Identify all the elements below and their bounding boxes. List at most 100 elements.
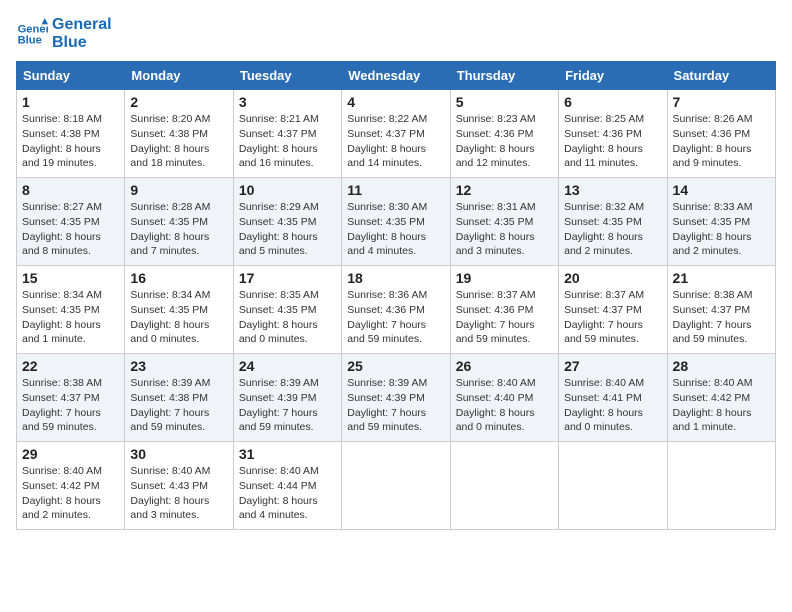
- day-cell: 14 Sunrise: 8:33 AM Sunset: 4:35 PM Dayl…: [667, 178, 775, 266]
- day-info: Sunrise: 8:39 AM Sunset: 4:39 PM Dayligh…: [347, 376, 444, 435]
- day-info: Sunrise: 8:39 AM Sunset: 4:38 PM Dayligh…: [130, 376, 227, 435]
- day-info: Sunrise: 8:39 AM Sunset: 4:39 PM Dayligh…: [239, 376, 336, 435]
- week-row-2: 8 Sunrise: 8:27 AM Sunset: 4:35 PM Dayli…: [17, 178, 776, 266]
- day-cell: 3 Sunrise: 8:21 AM Sunset: 4:37 PM Dayli…: [233, 90, 341, 178]
- day-cell: 19 Sunrise: 8:37 AM Sunset: 4:36 PM Dayl…: [450, 266, 558, 354]
- day-number: 2: [130, 94, 227, 110]
- day-cell: 24 Sunrise: 8:39 AM Sunset: 4:39 PM Dayl…: [233, 354, 341, 442]
- week-row-5: 29 Sunrise: 8:40 AM Sunset: 4:42 PM Dayl…: [17, 442, 776, 530]
- day-cell: 16 Sunrise: 8:34 AM Sunset: 4:35 PM Dayl…: [125, 266, 233, 354]
- day-cell: 5 Sunrise: 8:23 AM Sunset: 4:36 PM Dayli…: [450, 90, 558, 178]
- day-cell: 26 Sunrise: 8:40 AM Sunset: 4:40 PM Dayl…: [450, 354, 558, 442]
- day-cell: 12 Sunrise: 8:31 AM Sunset: 4:35 PM Dayl…: [450, 178, 558, 266]
- day-number: 30: [130, 446, 227, 462]
- day-cell: [667, 442, 775, 530]
- logo-blue: Blue: [52, 34, 112, 52]
- day-info: Sunrise: 8:27 AM Sunset: 4:35 PM Dayligh…: [22, 200, 119, 259]
- day-number: 31: [239, 446, 336, 462]
- day-cell: 7 Sunrise: 8:26 AM Sunset: 4:36 PM Dayli…: [667, 90, 775, 178]
- day-info: Sunrise: 8:21 AM Sunset: 4:37 PM Dayligh…: [239, 112, 336, 171]
- day-info: Sunrise: 8:28 AM Sunset: 4:35 PM Dayligh…: [130, 200, 227, 259]
- day-cell: 13 Sunrise: 8:32 AM Sunset: 4:35 PM Dayl…: [559, 178, 667, 266]
- day-number: 24: [239, 358, 336, 374]
- day-info: Sunrise: 8:26 AM Sunset: 4:36 PM Dayligh…: [673, 112, 770, 171]
- svg-text:General: General: [18, 23, 48, 35]
- week-row-1: 1 Sunrise: 8:18 AM Sunset: 4:38 PM Dayli…: [17, 90, 776, 178]
- day-cell: 10 Sunrise: 8:29 AM Sunset: 4:35 PM Dayl…: [233, 178, 341, 266]
- day-info: Sunrise: 8:38 AM Sunset: 4:37 PM Dayligh…: [673, 288, 770, 347]
- day-info: Sunrise: 8:34 AM Sunset: 4:35 PM Dayligh…: [22, 288, 119, 347]
- week-row-4: 22 Sunrise: 8:38 AM Sunset: 4:37 PM Dayl…: [17, 354, 776, 442]
- svg-text:Blue: Blue: [18, 34, 42, 46]
- header-row: SundayMondayTuesdayWednesdayThursdayFrid…: [17, 62, 776, 90]
- week-row-3: 15 Sunrise: 8:34 AM Sunset: 4:35 PM Dayl…: [17, 266, 776, 354]
- day-number: 19: [456, 270, 553, 286]
- day-info: Sunrise: 8:18 AM Sunset: 4:38 PM Dayligh…: [22, 112, 119, 171]
- logo: General Blue General Blue: [16, 16, 112, 51]
- day-cell: 25 Sunrise: 8:39 AM Sunset: 4:39 PM Dayl…: [342, 354, 450, 442]
- day-info: Sunrise: 8:37 AM Sunset: 4:36 PM Dayligh…: [456, 288, 553, 347]
- header-cell-sunday: Sunday: [17, 62, 125, 90]
- day-number: 3: [239, 94, 336, 110]
- day-cell: 15 Sunrise: 8:34 AM Sunset: 4:35 PM Dayl…: [17, 266, 125, 354]
- day-number: 6: [564, 94, 661, 110]
- day-info: Sunrise: 8:40 AM Sunset: 4:42 PM Dayligh…: [22, 464, 119, 523]
- day-number: 10: [239, 182, 336, 198]
- day-info: Sunrise: 8:40 AM Sunset: 4:40 PM Dayligh…: [456, 376, 553, 435]
- header-cell-thursday: Thursday: [450, 62, 558, 90]
- calendar-table: SundayMondayTuesdayWednesdayThursdayFrid…: [16, 61, 776, 530]
- header-cell-friday: Friday: [559, 62, 667, 90]
- day-cell: 8 Sunrise: 8:27 AM Sunset: 4:35 PM Dayli…: [17, 178, 125, 266]
- day-info: Sunrise: 8:38 AM Sunset: 4:37 PM Dayligh…: [22, 376, 119, 435]
- day-number: 22: [22, 358, 119, 374]
- day-info: Sunrise: 8:25 AM Sunset: 4:36 PM Dayligh…: [564, 112, 661, 171]
- day-cell: 23 Sunrise: 8:39 AM Sunset: 4:38 PM Dayl…: [125, 354, 233, 442]
- day-number: 15: [22, 270, 119, 286]
- day-info: Sunrise: 8:34 AM Sunset: 4:35 PM Dayligh…: [130, 288, 227, 347]
- header-cell-wednesday: Wednesday: [342, 62, 450, 90]
- day-cell: 29 Sunrise: 8:40 AM Sunset: 4:42 PM Dayl…: [17, 442, 125, 530]
- day-cell: [450, 442, 558, 530]
- logo-icon: General Blue: [16, 18, 48, 50]
- day-info: Sunrise: 8:20 AM Sunset: 4:38 PM Dayligh…: [130, 112, 227, 171]
- day-number: 12: [456, 182, 553, 198]
- day-number: 13: [564, 182, 661, 198]
- page-header: General Blue General Blue: [16, 16, 776, 51]
- header-cell-saturday: Saturday: [667, 62, 775, 90]
- day-cell: 31 Sunrise: 8:40 AM Sunset: 4:44 PM Dayl…: [233, 442, 341, 530]
- day-info: Sunrise: 8:40 AM Sunset: 4:43 PM Dayligh…: [130, 464, 227, 523]
- day-cell: 18 Sunrise: 8:36 AM Sunset: 4:36 PM Dayl…: [342, 266, 450, 354]
- day-number: 9: [130, 182, 227, 198]
- day-number: 1: [22, 94, 119, 110]
- day-info: Sunrise: 8:32 AM Sunset: 4:35 PM Dayligh…: [564, 200, 661, 259]
- day-info: Sunrise: 8:36 AM Sunset: 4:36 PM Dayligh…: [347, 288, 444, 347]
- day-number: 7: [673, 94, 770, 110]
- day-cell: 6 Sunrise: 8:25 AM Sunset: 4:36 PM Dayli…: [559, 90, 667, 178]
- day-number: 26: [456, 358, 553, 374]
- day-cell: 11 Sunrise: 8:30 AM Sunset: 4:35 PM Dayl…: [342, 178, 450, 266]
- day-cell: 2 Sunrise: 8:20 AM Sunset: 4:38 PM Dayli…: [125, 90, 233, 178]
- day-cell: 22 Sunrise: 8:38 AM Sunset: 4:37 PM Dayl…: [17, 354, 125, 442]
- day-number: 16: [130, 270, 227, 286]
- day-info: Sunrise: 8:37 AM Sunset: 4:37 PM Dayligh…: [564, 288, 661, 347]
- day-info: Sunrise: 8:30 AM Sunset: 4:35 PM Dayligh…: [347, 200, 444, 259]
- day-number: 8: [22, 182, 119, 198]
- day-cell: 9 Sunrise: 8:28 AM Sunset: 4:35 PM Dayli…: [125, 178, 233, 266]
- day-cell: 30 Sunrise: 8:40 AM Sunset: 4:43 PM Dayl…: [125, 442, 233, 530]
- day-number: 14: [673, 182, 770, 198]
- header-cell-monday: Monday: [125, 62, 233, 90]
- day-cell: 20 Sunrise: 8:37 AM Sunset: 4:37 PM Dayl…: [559, 266, 667, 354]
- day-info: Sunrise: 8:40 AM Sunset: 4:41 PM Dayligh…: [564, 376, 661, 435]
- day-cell: 1 Sunrise: 8:18 AM Sunset: 4:38 PM Dayli…: [17, 90, 125, 178]
- day-info: Sunrise: 8:31 AM Sunset: 4:35 PM Dayligh…: [456, 200, 553, 259]
- day-number: 20: [564, 270, 661, 286]
- day-number: 25: [347, 358, 444, 374]
- day-number: 27: [564, 358, 661, 374]
- calendar-body: 1 Sunrise: 8:18 AM Sunset: 4:38 PM Dayli…: [17, 90, 776, 530]
- day-info: Sunrise: 8:40 AM Sunset: 4:44 PM Dayligh…: [239, 464, 336, 523]
- day-number: 5: [456, 94, 553, 110]
- day-cell: [559, 442, 667, 530]
- day-number: 11: [347, 182, 444, 198]
- day-number: 21: [673, 270, 770, 286]
- day-cell: 21 Sunrise: 8:38 AM Sunset: 4:37 PM Dayl…: [667, 266, 775, 354]
